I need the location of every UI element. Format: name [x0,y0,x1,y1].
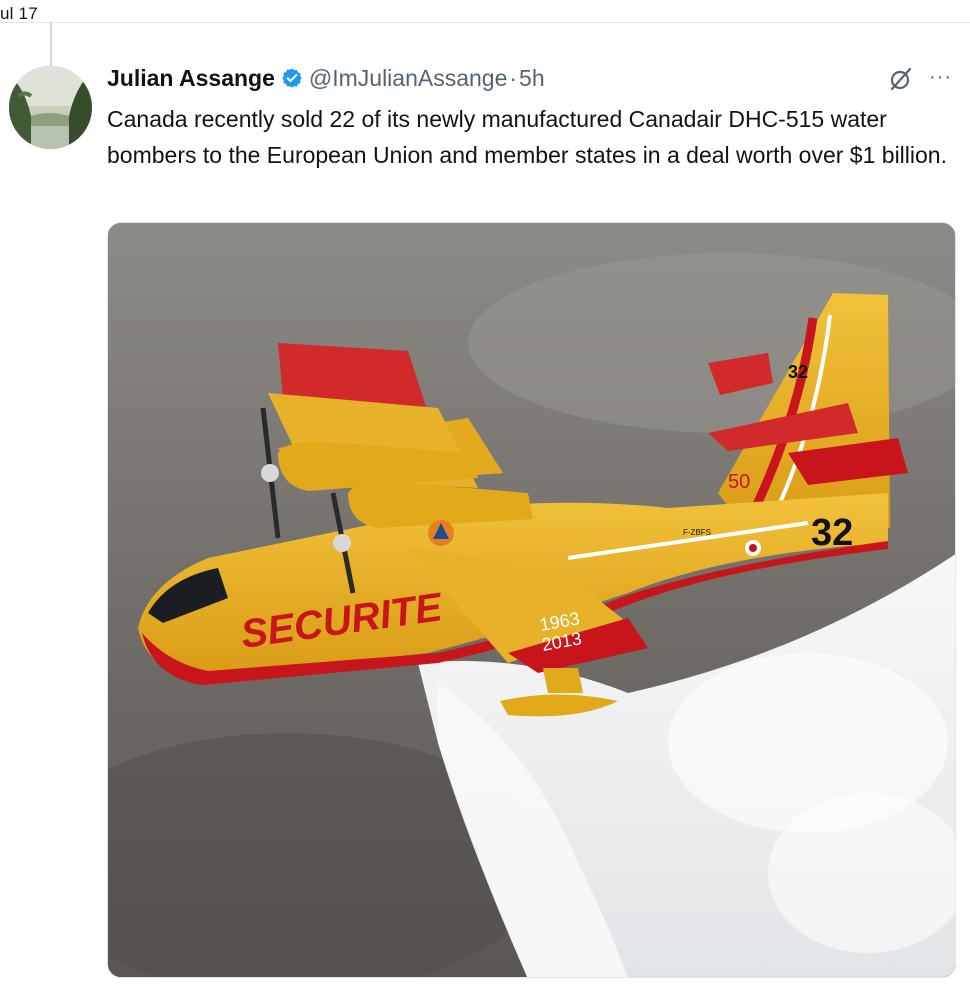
author-display-name[interactable]: Julian Assange [107,65,275,92]
aircraft-anniversary-number: 50 [728,471,750,493]
aircraft-tail-number-large: 32 [811,512,853,554]
timeline-divider [0,22,970,23]
tweet-text: Canada recently sold 22 of its newly man… [107,106,947,168]
tweet-media-image[interactable]: SECURITE 1963 2013 50 32 32 F-ZBFS [107,222,956,978]
aircraft-registration: F-ZBFS [683,528,711,537]
thread-connector-line [50,22,52,66]
thread-date-fragment: ul 17 [0,4,38,23]
grok-icon[interactable] [888,66,914,92]
avatar[interactable] [9,66,92,149]
author-handle[interactable]: @ImJulianAssange [309,65,508,92]
aircraft-tail-number-small: 32 [788,362,808,382]
tweet-header: Julian Assange @ImJulianAssange · 5h [107,63,545,93]
tweet-timestamp[interactable]: 5h [519,65,545,92]
verified-badge-icon [281,67,303,89]
more-options-icon[interactable]: ··· [929,67,955,90]
header-separator: · [509,64,518,91]
